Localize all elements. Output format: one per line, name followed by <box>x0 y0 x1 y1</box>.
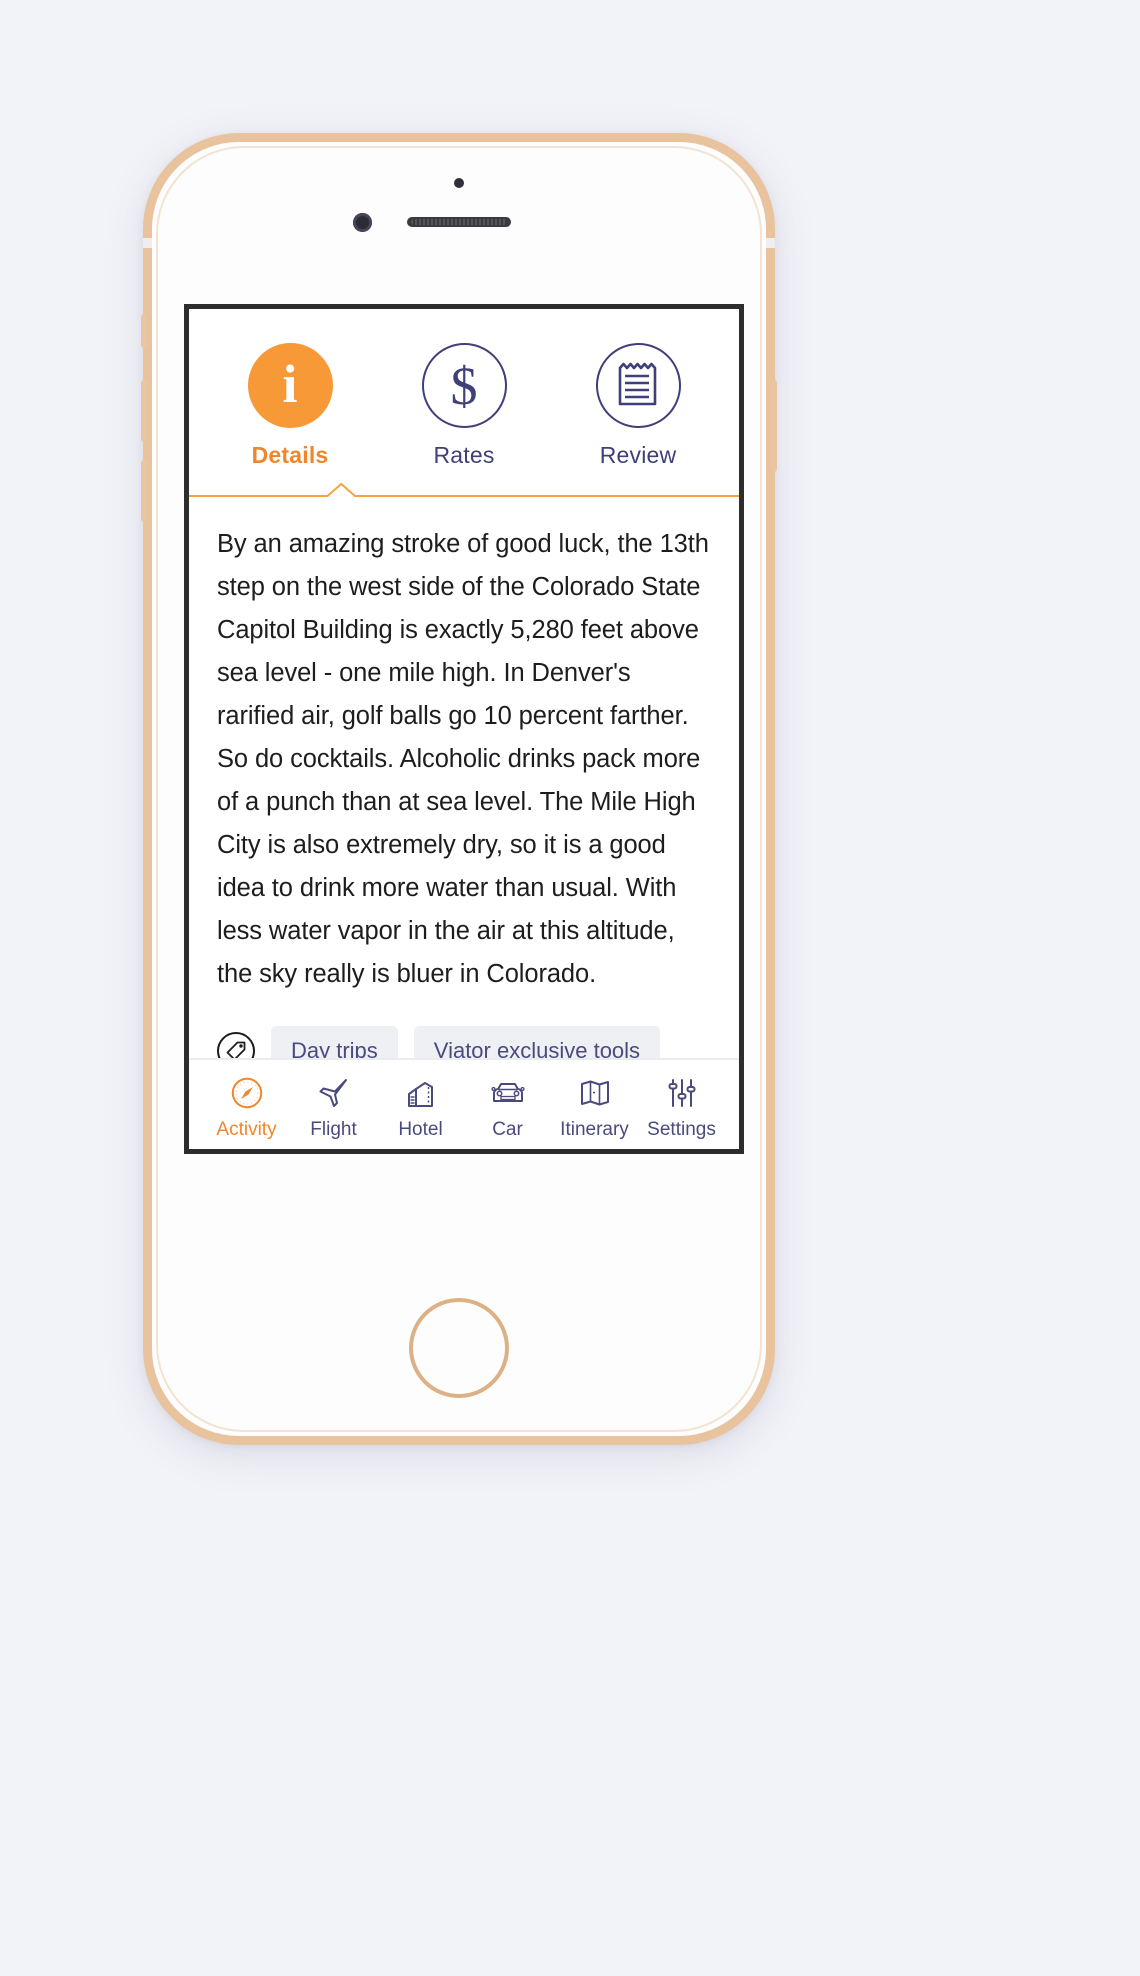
app-screen: i Details $ Rates Review By an amazing s… <box>189 309 739 1149</box>
sliders-icon <box>664 1074 700 1112</box>
dollar-glyph: $ <box>450 355 478 416</box>
building-icon <box>403 1074 439 1112</box>
nav-label-hotel: Hotel <box>398 1119 443 1140</box>
nav-item-itinerary[interactable]: Itinerary <box>551 1074 638 1141</box>
front-camera <box>353 213 372 232</box>
compass-icon <box>229 1074 265 1112</box>
tab-bar: i Details $ Rates Review <box>189 309 739 479</box>
volume-down-button[interactable] <box>141 460 147 522</box>
dollar-icon: $ <box>421 343 507 428</box>
tab-review-label: Review <box>599 442 677 468</box>
nav-label-flight: Flight <box>310 1119 357 1140</box>
proximity-sensor <box>454 178 464 188</box>
tab-review[interactable]: Review <box>580 343 696 469</box>
tab-details-label: Details <box>251 442 329 468</box>
bottom-navigation-bar: Activity Flight Hotel Car Itinerary Sett… <box>189 1058 739 1149</box>
active-tab-indicator <box>189 483 739 497</box>
tab-rates[interactable]: $ Rates <box>406 343 522 469</box>
info-glyph: i <box>282 353 298 414</box>
nav-item-car[interactable]: Car <box>464 1074 551 1141</box>
nav-label-activity: Activity <box>216 1119 277 1140</box>
power-button[interactable] <box>771 380 777 472</box>
phone-device: i Details $ Rates Review By an amazing s… <box>141 133 777 1445</box>
nav-label-itinerary: Itinerary <box>560 1119 629 1140</box>
nav-item-activity[interactable]: Activity <box>203 1074 290 1141</box>
tag-icon <box>217 1032 255 1058</box>
antenna-line-left <box>143 238 152 248</box>
info-icon: i <box>247 343 333 428</box>
home-button[interactable] <box>409 1298 509 1398</box>
page-background: i Details $ Rates Review By an amazing s… <box>0 0 1140 1976</box>
tag-chip-viator-exclusive-tools[interactable]: Viator exclusive tools <box>413 1026 661 1058</box>
earpiece-speaker <box>407 217 511 227</box>
details-content: By an amazing stroke of good luck, the 1… <box>189 497 739 1058</box>
tab-details[interactable]: i Details <box>232 343 348 469</box>
map-icon <box>577 1074 613 1112</box>
tags-row: Day trips Viator exclusive tools <box>217 1026 711 1058</box>
volume-up-button[interactable] <box>141 380 147 442</box>
nav-label-settings: Settings <box>647 1119 716 1140</box>
nav-item-hotel[interactable]: Hotel <box>377 1074 464 1141</box>
tab-rates-label: Rates <box>433 442 495 468</box>
description-paragraph: By an amazing stroke of good luck, the 1… <box>217 530 709 988</box>
nav-label-car: Car <box>492 1119 523 1140</box>
nav-item-flight[interactable]: Flight <box>290 1074 377 1141</box>
nav-item-settings[interactable]: Settings <box>638 1074 725 1141</box>
receipt-icon <box>595 343 681 428</box>
silent-switch[interactable] <box>141 314 147 348</box>
antenna-line-right <box>766 238 775 248</box>
airplane-icon <box>316 1074 352 1112</box>
tag-chip-day-trips[interactable]: Day trips <box>271 1026 398 1058</box>
car-icon <box>489 1074 527 1112</box>
phone-screen: i Details $ Rates Review By an amazing s… <box>184 304 744 1154</box>
